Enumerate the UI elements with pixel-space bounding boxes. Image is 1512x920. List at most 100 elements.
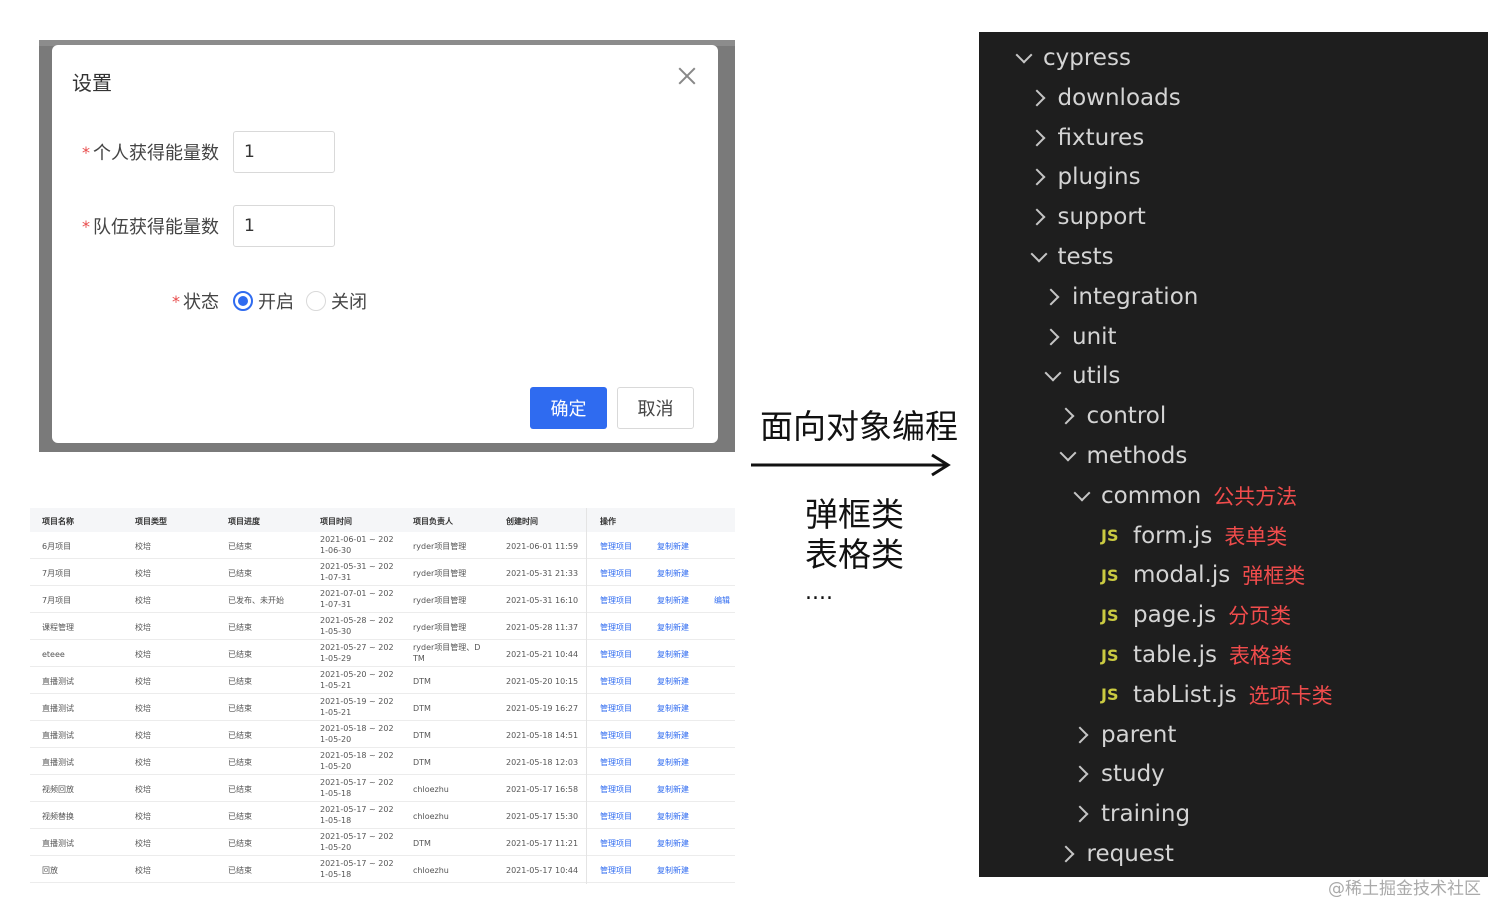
manage-project-link[interactable]: 管理项目 bbox=[600, 811, 632, 822]
manage-project-link[interactable]: 管理项目 bbox=[600, 838, 632, 849]
chevron-right-icon bbox=[1042, 327, 1062, 347]
tree-file-form-js[interactable]: JS form.js 表单类 bbox=[1101, 516, 1287, 556]
js-file-icon: JS bbox=[1101, 645, 1119, 665]
cell-owner: DTM bbox=[413, 758, 431, 767]
table-row: 视频回放 校培 已结束 2021-05-17 ~ 202 1-05-18 chloezhu… bbox=[30, 775, 735, 802]
time-line-2: 1-07-31 bbox=[320, 573, 352, 582]
manage-project-link[interactable]: 管理项目 bbox=[600, 595, 632, 606]
manage-project-link[interactable]: 管理项目 bbox=[600, 649, 632, 660]
tree-node-label: training bbox=[1101, 801, 1191, 828]
manage-project-link[interactable]: 管理项目 bbox=[600, 757, 632, 768]
file-explorer-tree: cypress downloads fixtures plugins support te… bbox=[979, 32, 1488, 877]
table-row: 直播测试 校培 已结束 2021-05-18 ~ 202 1-05-20 DTM 2021-… bbox=[30, 721, 735, 748]
copy-new-link[interactable]: 复制新建 bbox=[657, 649, 689, 660]
time-line-2: 1-05-20 bbox=[320, 843, 352, 852]
tree-folder-training[interactable]: training bbox=[1071, 794, 1190, 834]
close-icon[interactable] bbox=[676, 65, 698, 87]
time-line-2: 1-05-18 bbox=[320, 789, 352, 798]
copy-new-link[interactable]: 复制新建 bbox=[657, 838, 689, 849]
team-energy-input[interactable] bbox=[233, 205, 335, 247]
tree-folder-plugins[interactable]: plugins bbox=[1028, 157, 1141, 197]
cell-created-time: 2021-05-19 16:27 bbox=[506, 704, 579, 713]
time-line-2: 1-05-18 bbox=[320, 816, 352, 825]
manage-project-link[interactable]: 管理项目 bbox=[600, 568, 632, 579]
status-row: * 状态 开启 关闭 bbox=[172, 288, 367, 314]
time-line-1: 2021-05-19 ~ 202 bbox=[320, 697, 394, 706]
tree-folder-support[interactable]: support bbox=[1028, 197, 1146, 237]
copy-new-link[interactable]: 复制新建 bbox=[657, 595, 689, 606]
tree-folder-request[interactable]: request bbox=[1057, 834, 1174, 874]
watermark: @稀土掘金技术社区 bbox=[1328, 879, 1481, 899]
manage-project-link[interactable]: 管理项目 bbox=[600, 865, 632, 876]
cell-owner: DTM bbox=[413, 677, 431, 686]
copy-new-link[interactable]: 复制新建 bbox=[657, 541, 689, 552]
cell-created-time: 2021-05-31 16:10 bbox=[506, 596, 579, 605]
tree-folder-cypress[interactable]: cypress bbox=[1013, 38, 1131, 78]
copy-new-link[interactable]: 复制新建 bbox=[657, 703, 689, 714]
cell-created-time: 2021-05-18 14:51 bbox=[506, 731, 579, 740]
cell-project-name: 直播测试 bbox=[42, 758, 74, 767]
tree-node-label: support bbox=[1057, 204, 1146, 231]
cancel-button[interactable]: 取消 bbox=[617, 387, 694, 429]
copy-new-link[interactable]: 复制新建 bbox=[657, 676, 689, 687]
cell-project-name: 视频回放 bbox=[42, 785, 74, 794]
cell-project-time: 2021-05-27 ~ 202 1-05-29 bbox=[320, 642, 394, 664]
tree-folder-unit[interactable]: unit bbox=[1042, 317, 1117, 357]
cell-owner: ryder项目管理 bbox=[413, 623, 467, 632]
copy-new-link[interactable]: 复制新建 bbox=[657, 730, 689, 741]
tree-file-page-js[interactable]: JS page.js 分页类 bbox=[1101, 595, 1291, 635]
tree-folder-common[interactable]: common 公共方法 bbox=[1071, 476, 1297, 516]
chevron-right-icon bbox=[1071, 804, 1091, 824]
copy-new-link[interactable]: 复制新建 bbox=[657, 568, 689, 579]
cell-progress: 已结束 bbox=[228, 704, 252, 713]
tree-file-tablist-js[interactable]: JS tabList.js 选项卡类 bbox=[1101, 675, 1333, 715]
time-line-1: 2021-05-17 ~ 202 bbox=[320, 859, 394, 868]
cell-owner: DTM bbox=[413, 839, 431, 848]
cell-project-time: 2021-05-20 ~ 202 1-05-21 bbox=[320, 669, 394, 691]
tree-file-table-js[interactable]: JS table.js 表格类 bbox=[1101, 635, 1292, 675]
copy-new-link[interactable]: 复制新建 bbox=[657, 757, 689, 768]
tree-folder-parent[interactable]: parent bbox=[1071, 715, 1176, 755]
tree-file-modal-js[interactable]: JS modal.js 弹框类 bbox=[1101, 555, 1305, 595]
table-row: 7月项目 校培 已发布、未开始 2021-07-01 ~ 202 1-07-31 ryde… bbox=[30, 586, 735, 613]
table-row: 直播测试 校培 已结束 2021-05-17 ~ 202 1-05-20 DTM 2021-… bbox=[30, 829, 735, 856]
tree-folder-downloads[interactable]: downloads bbox=[1028, 78, 1181, 118]
copy-new-link[interactable]: 复制新建 bbox=[657, 622, 689, 633]
manage-project-link[interactable]: 管理项目 bbox=[600, 676, 632, 687]
manage-project-link[interactable]: 管理项目 bbox=[600, 622, 632, 633]
copy-new-link[interactable]: 复制新建 bbox=[657, 784, 689, 795]
annotation-note: 表单类 bbox=[1224, 524, 1288, 549]
status-radio-on[interactable]: 开启 bbox=[233, 288, 294, 314]
time-line-2: 1-05-20 bbox=[320, 762, 352, 771]
modal-screenshot: 设置 * 个人获得能量数 * 队伍获得能量数 * 状态 开启 关闭 确定 取消 bbox=[39, 40, 735, 452]
cell-created-time: 2021-05-31 21:33 bbox=[506, 569, 579, 578]
tree-folder-utils[interactable]: utils bbox=[1042, 356, 1120, 396]
manage-project-link[interactable]: 管理项目 bbox=[600, 730, 632, 741]
time-line-1: 2021-05-17 ~ 202 bbox=[320, 832, 394, 841]
time-line-2: 1-05-30 bbox=[320, 627, 352, 636]
edit-link[interactable]: 编辑 bbox=[714, 595, 730, 606]
time-line-1: 2021-05-18 ~ 202 bbox=[320, 751, 394, 760]
copy-new-link[interactable]: 复制新建 bbox=[657, 811, 689, 822]
manage-project-link[interactable]: 管理项目 bbox=[600, 784, 632, 795]
confirm-button[interactable]: 确定 bbox=[530, 387, 607, 429]
manage-project-link[interactable]: 管理项目 bbox=[600, 703, 632, 714]
copy-new-link[interactable]: 复制新建 bbox=[657, 865, 689, 876]
chevron-right-icon bbox=[1071, 725, 1091, 745]
team-energy-label: 队伍获得能量数 bbox=[93, 217, 219, 238]
tree-folder-control[interactable]: control bbox=[1057, 396, 1167, 436]
chevron-right-icon bbox=[1057, 844, 1077, 864]
tree-folder-methods[interactable]: methods bbox=[1057, 436, 1188, 476]
tree-folder-integration[interactable]: integration bbox=[1042, 277, 1198, 317]
cell-owner: DTM bbox=[413, 704, 431, 713]
tree-folder-study[interactable]: study bbox=[1071, 754, 1165, 794]
tree-folder-fixtures[interactable]: fixtures bbox=[1028, 118, 1145, 158]
manage-project-link[interactable]: 管理项目 bbox=[600, 541, 632, 552]
personal-energy-input[interactable] bbox=[233, 131, 335, 173]
status-radio-off[interactable]: 关闭 bbox=[306, 288, 367, 314]
cell-project-time: 2021-07-01 ~ 202 1-07-31 bbox=[320, 588, 394, 610]
chevron-right-icon bbox=[1042, 287, 1062, 307]
cell-progress: 已结束 bbox=[228, 677, 252, 686]
settings-modal: 设置 * 个人获得能量数 * 队伍获得能量数 * 状态 开启 关闭 确定 取消 bbox=[52, 45, 718, 443]
tree-folder-tests[interactable]: tests bbox=[1028, 237, 1114, 277]
